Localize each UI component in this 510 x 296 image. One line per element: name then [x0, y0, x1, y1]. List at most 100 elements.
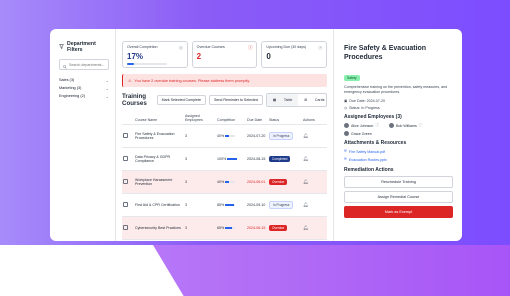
- course-detail-panel: Fire Safety & Evacuation Procedures Safe…: [334, 29, 462, 241]
- completion-bar: [227, 158, 238, 160]
- send-reminder-button[interactable]: Send Reminder to Selected: [208, 95, 263, 105]
- view-toggle: ▦ Table ⊞ Cards: [265, 93, 327, 107]
- alert-text: You have 2 overdue training courses. Ple…: [134, 78, 251, 83]
- employee-item[interactable]: Alice Johnson ⓘ: [344, 123, 379, 129]
- file-icon: 🗎: [344, 149, 347, 154]
- row-checkbox[interactable]: [123, 179, 128, 184]
- category-badge: Safety: [344, 75, 360, 81]
- cards-view-button[interactable]: ⊞ Cards: [298, 94, 326, 106]
- completion-text: 85%: [217, 203, 225, 207]
- due-date-cell: 2024-07-20: [246, 124, 268, 148]
- completion-cell: 100%: [216, 147, 246, 171]
- filter-group-sales[interactable]: Sales (3) ⌄: [59, 76, 109, 84]
- attachments-heading: Attachments & Resources: [344, 140, 407, 147]
- status-text: Status: In Progress: [349, 106, 380, 111]
- header-status: Status: [268, 112, 302, 125]
- calendar-icon: ▣: [344, 99, 348, 104]
- status-badge: Overdue: [269, 225, 288, 231]
- completion-cell: 85%: [216, 193, 246, 217]
- app-window: Department Filters Sales (3) ⌄ Marketing…: [50, 29, 462, 241]
- actions-cell: 🔔︎: [302, 193, 327, 217]
- remediation-heading: Remediation Actions: [344, 166, 394, 173]
- stat-label: Overall Completion: [127, 45, 158, 49]
- filters-title: Department Filters: [67, 41, 96, 53]
- table-row[interactable]: First Aid & CPR Certification 3 85% 2024-09…: [122, 193, 327, 217]
- completion-bar: [225, 227, 236, 229]
- employee-item[interactable]: Bob Williams ⓘ: [388, 123, 422, 129]
- training-main: Overall Completion ◎ 17% Overdue Courses…: [116, 29, 334, 241]
- avatar: [344, 131, 349, 137]
- status-meta: ◷ Status: In Progress: [344, 106, 453, 110]
- course-detail-title: Fire Safety & Evacuation Procedures: [344, 45, 427, 61]
- header-completion: Completion: [216, 112, 246, 125]
- row-checkbox[interactable]: [123, 202, 128, 207]
- actions-cell: 🔔︎: [302, 216, 327, 240]
- reschedule-training-button[interactable]: Reschedule Training: [344, 175, 453, 188]
- row-select-cell: [122, 216, 134, 240]
- attachment-name: Fire Safety Manual.pdf: [348, 150, 386, 155]
- actions-cell: 🔔︎: [302, 124, 327, 148]
- stat-label: Overdue Courses: [196, 45, 225, 49]
- filter-group-engineering[interactable]: Engineering (2) ⌄: [59, 92, 109, 100]
- bell-icon[interactable]: 🔔︎: [303, 156, 309, 161]
- check-circle-icon: ◎: [178, 45, 183, 50]
- table-view-label: Table: [283, 98, 293, 102]
- table-row[interactable]: Fire Safety & Evacuation Procedures 3 40% 2…: [122, 124, 327, 148]
- assigned-cell: 3: [184, 124, 216, 148]
- attachment-link[interactable]: 🗎 Evacuation Routes.pptx: [344, 157, 453, 163]
- table-row[interactable]: Cybersecurity Best Practices 3 65% 2024-06-…: [122, 216, 327, 240]
- stat-value: 17%: [127, 52, 144, 61]
- assigned-cell: 3: [184, 147, 216, 171]
- filter-group-label: Marketing (3): [59, 86, 82, 91]
- bell-icon[interactable]: 🔔︎: [303, 225, 309, 230]
- table-view-button[interactable]: ▦ Table: [266, 94, 299, 106]
- stat-label: Upcoming Due (30 days): [266, 45, 307, 49]
- assigned-cell: 3: [184, 193, 216, 217]
- completion-progress-bar: [127, 63, 167, 65]
- attachment-link[interactable]: 🗎 Fire Safety Manual.pdf: [344, 149, 453, 155]
- department-search[interactable]: [59, 59, 113, 70]
- table-icon: ▦: [272, 98, 277, 102]
- completion-text: 100%: [217, 157, 227, 161]
- warning-icon: ⚠: [128, 79, 132, 83]
- employee-name: Alice Johnson: [351, 123, 374, 128]
- bell-icon[interactable]: 🔔︎: [303, 202, 309, 207]
- completion-bar: [225, 181, 236, 183]
- table-row[interactable]: Workplace Harassment Prevention 3 40% 2024-…: [122, 170, 327, 194]
- status-cell: In Progress: [268, 124, 302, 148]
- info-icon: ⓘ: [375, 123, 379, 128]
- clock-icon: ◷: [318, 45, 323, 50]
- status-badge: Completed: [269, 156, 291, 162]
- attachment-name: Evacuation Routes.pptx: [348, 157, 387, 162]
- status-cell: In Progress: [268, 193, 302, 217]
- chevron-down-icon: ⌄: [105, 85, 109, 91]
- training-table: Course Name Assigned Employees Completio…: [122, 112, 327, 240]
- table-row[interactable]: Data Privacy & GDPR Compliance 3 100% 2024-…: [122, 147, 327, 171]
- assign-remedial-course-button[interactable]: Assign Remedial Course: [344, 190, 453, 203]
- employee-name: Grace Green: [351, 131, 372, 136]
- search-input[interactable]: [69, 62, 113, 67]
- bell-icon[interactable]: 🔔︎: [303, 133, 309, 138]
- completion-text: 40%: [217, 180, 225, 184]
- mark-as-exempt-button[interactable]: Mark as Exempt: [344, 205, 453, 218]
- row-checkbox[interactable]: [123, 225, 128, 230]
- course-name-cell: Workplace Harassment Prevention: [134, 170, 184, 194]
- course-name-cell: First Aid & CPR Certification: [134, 193, 184, 217]
- bell-icon[interactable]: 🔔︎: [303, 179, 309, 184]
- due-date-cell: 2024-08-15: [246, 147, 268, 171]
- mark-selected-complete-button[interactable]: Mark Selected Complete: [156, 95, 206, 105]
- due-date-cell: 2024-06-15: [246, 216, 268, 240]
- completion-text: 40%: [217, 134, 225, 138]
- completion-text: 65%: [217, 226, 225, 230]
- filter-group-marketing[interactable]: Marketing (3) ⌄: [59, 84, 109, 92]
- completion-bar: [225, 135, 236, 137]
- due-date-meta: ▣ Due Date: 2024-07-20: [344, 99, 453, 103]
- stats-cards: Overall Completion ◎ 17% Overdue Courses…: [122, 41, 328, 68]
- filters-heading: Department Filters: [59, 41, 109, 53]
- employee-item[interactable]: Grace Green: [344, 131, 372, 137]
- status-cell: Completed: [268, 147, 302, 171]
- filter-group-label: Engineering (2): [59, 94, 85, 99]
- department-filters-panel: Department Filters Sales (3) ⌄ Marketing…: [50, 29, 116, 241]
- row-checkbox[interactable]: [123, 133, 128, 138]
- row-checkbox[interactable]: [123, 156, 128, 161]
